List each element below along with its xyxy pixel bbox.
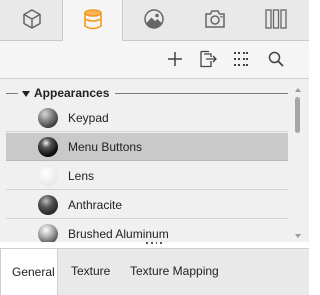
material-swatch (38, 224, 58, 242)
material-label: Keypad (68, 111, 109, 125)
tab-label: Texture Mapping (130, 264, 219, 278)
divider (115, 92, 288, 94)
tab-model[interactable] (1, 0, 62, 41)
tab-texture-mapping[interactable]: Texture Mapping (130, 249, 219, 293)
tab-label: Texture (71, 264, 111, 278)
search-button[interactable] (266, 50, 286, 70)
material-label: Anthracite (68, 198, 123, 212)
material-label: Brushed Aluminum (68, 227, 169, 241)
camera-icon (203, 8, 227, 33)
columns-icon (264, 8, 288, 33)
material-swatch (38, 108, 58, 128)
divider (6, 92, 18, 94)
material-list: Appearances Keypad Menu Buttons Lens Ant… (0, 79, 309, 242)
list-item[interactable]: Brushed Aluminum (6, 220, 288, 242)
expand-triangle-icon[interactable] (22, 86, 30, 100)
toolbar (0, 41, 309, 79)
materials-panel: Appearances Keypad Menu Buttons Lens Ant… (0, 0, 309, 295)
tab-label: General (12, 265, 55, 279)
group-header-appearances[interactable]: Appearances (6, 85, 288, 101)
bottom-tab-bar: General Texture Texture Mapping (0, 248, 309, 295)
group-title: Appearances (34, 86, 110, 100)
list-item[interactable]: Menu Buttons (6, 133, 288, 161)
material-label: Menu Buttons (68, 140, 143, 154)
vertical-scrollbar[interactable] (293, 83, 303, 238)
scroll-up-arrow-icon[interactable] (293, 83, 303, 92)
top-tab-bar (0, 0, 309, 42)
tab-render-layers[interactable] (245, 0, 306, 41)
tab-general[interactable]: General (0, 249, 58, 295)
cylinder-material-icon (82, 8, 104, 35)
material-swatch (38, 195, 58, 215)
add-icon (166, 50, 184, 71)
list-item[interactable]: Anthracite (6, 191, 288, 219)
material-label: Lens (68, 169, 95, 183)
export-button[interactable] (198, 50, 218, 70)
scrollbar-thumb[interactable] (295, 97, 300, 133)
tab-environment[interactable] (123, 0, 184, 41)
scroll-down-arrow-icon[interactable] (293, 229, 303, 238)
search-icon (267, 50, 285, 71)
add-button[interactable] (165, 50, 185, 70)
splitter-handle[interactable] (146, 240, 162, 246)
tab-texture[interactable]: Texture (71, 249, 110, 293)
material-swatch (38, 137, 58, 157)
grid-view-button[interactable] (231, 50, 251, 70)
tab-materials[interactable] (62, 0, 123, 42)
image-icon (143, 8, 165, 33)
export-icon (198, 50, 218, 71)
grid-view-icon (232, 50, 250, 71)
list-item[interactable]: Keypad (6, 104, 288, 132)
list-item[interactable]: Lens (6, 162, 288, 190)
tab-camera[interactable] (184, 0, 245, 41)
cube-icon (21, 8, 43, 33)
material-swatch (38, 166, 58, 186)
